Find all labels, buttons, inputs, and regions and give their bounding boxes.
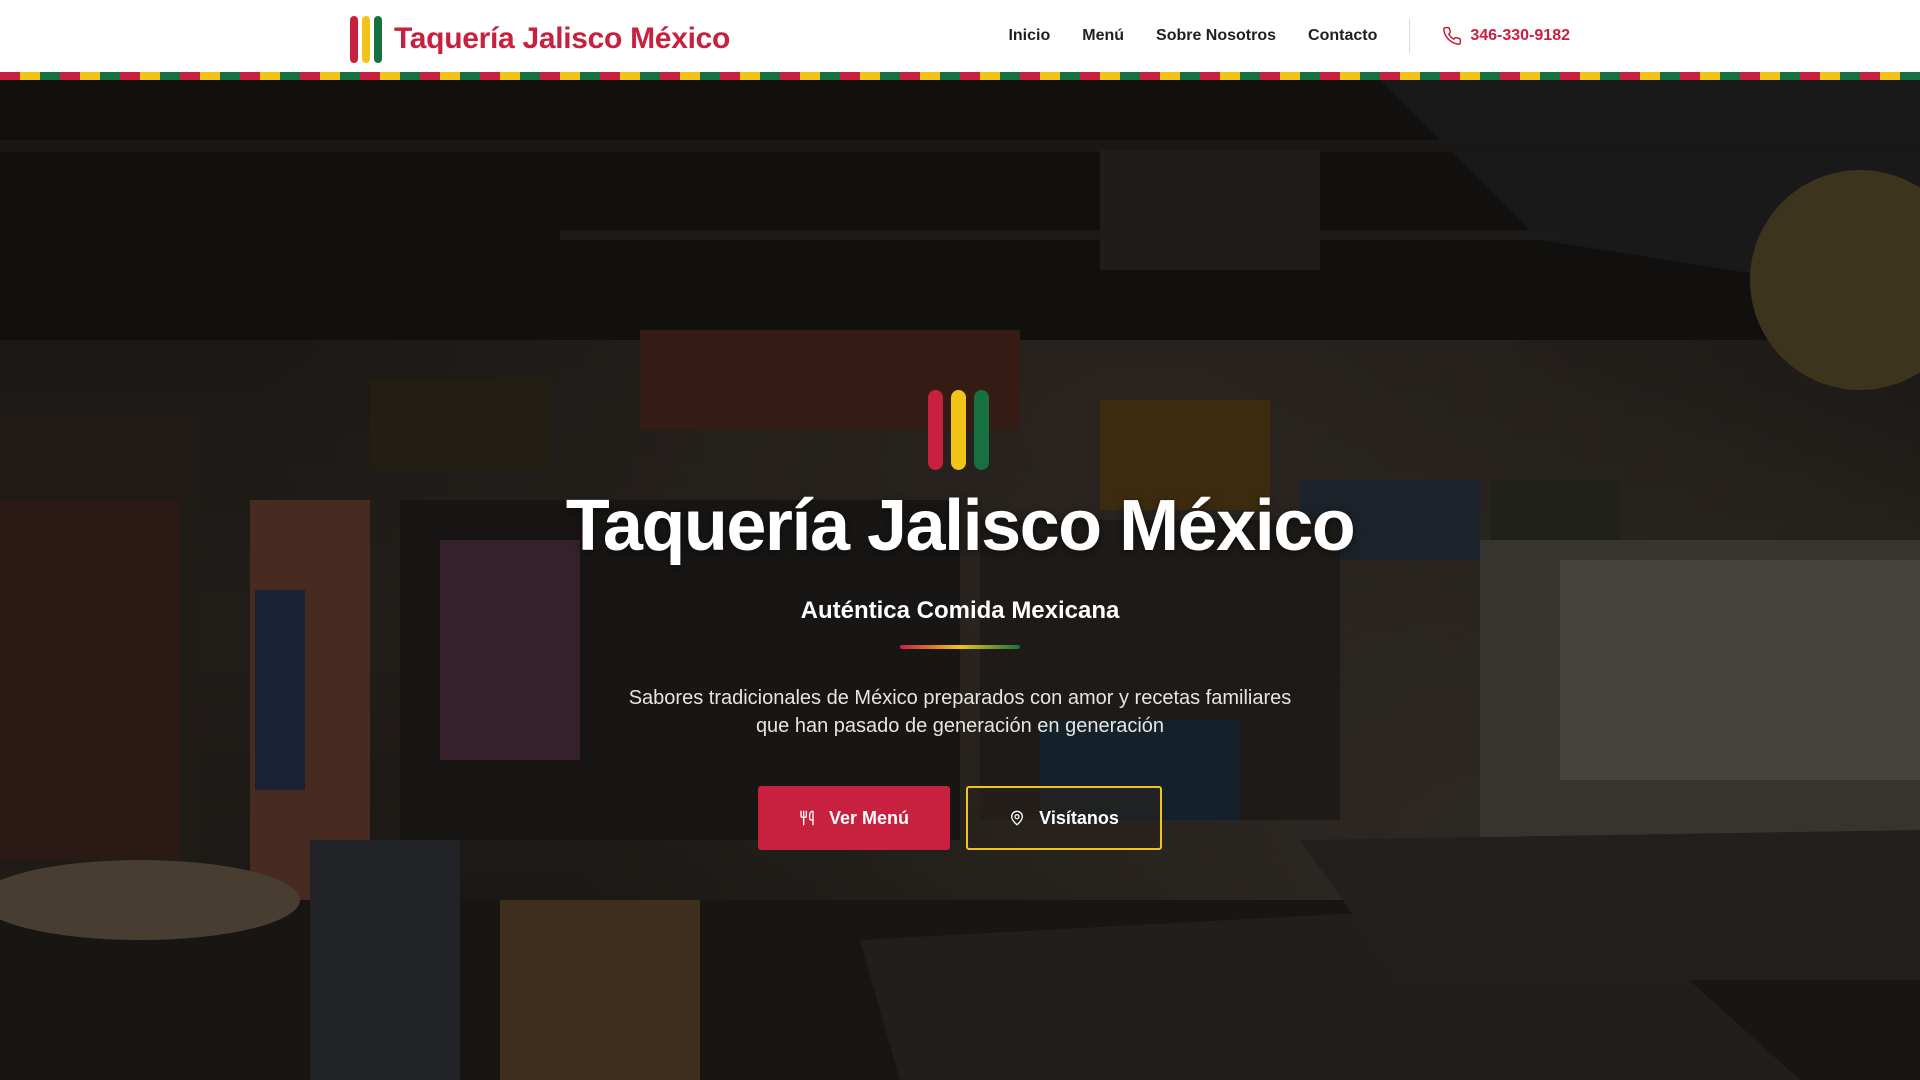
visitanos-label: Visítanos (1039, 807, 1119, 828)
nav-link-inicio[interactable]: Inicio (1008, 27, 1050, 45)
main-nav: Inicio Menú Sobre Nosotros Contacto 346-… (1008, 0, 1570, 72)
flag-bar-green (374, 15, 382, 63)
phone-icon (1443, 26, 1462, 45)
flag-stripe-divider (0, 72, 1920, 80)
phone-number: 346-330-9182 (1470, 27, 1570, 44)
hero-content: Taquería Jalisco México Auténtica Comida… (0, 80, 1920, 1080)
nav-link-menu[interactable]: Menú (1082, 27, 1124, 45)
hero-subtitle: Auténtica Comida Mexicana (800, 597, 1120, 624)
flag-bars-icon (350, 15, 382, 63)
visitanos-button[interactable]: Visítanos (966, 786, 1162, 850)
hero-flag-bars-icon (928, 390, 989, 470)
hero-flag-bar-yellow (951, 390, 966, 470)
phone-link[interactable]: 346-330-9182 (1442, 26, 1570, 46)
utensils-icon (800, 810, 814, 826)
nav-link-contacto[interactable]: Contacto (1308, 27, 1377, 45)
nav-divider (1409, 19, 1411, 53)
hero-tricolor-rule (900, 645, 1020, 649)
ver-menu-button[interactable]: Ver Menú (758, 786, 950, 850)
hero-section: Taquería Jalisco México Auténtica Comida… (0, 80, 1920, 1080)
hero-description-line-1: Sabores tradicionales de México preparad… (628, 687, 1292, 709)
hero-description: Sabores tradicionales de México preparad… (560, 684, 1360, 740)
hero-flag-bar-red (928, 390, 943, 470)
site-header: Taquería Jalisco México Inicio Menú Sobr… (0, 0, 1920, 72)
flag-bar-yellow (362, 15, 370, 63)
flag-bar-red (350, 15, 358, 63)
nav-link-sobre-nosotros[interactable]: Sobre Nosotros (1156, 27, 1276, 45)
hero-flag-bar-green (974, 390, 989, 470)
brand-logo-link[interactable]: Taquería Jalisco México (350, 15, 730, 63)
brand-name: Taquería Jalisco México (394, 22, 731, 55)
hero-title: Taquería Jalisco México (565, 486, 1356, 566)
ver-menu-label: Ver Menú (828, 807, 910, 828)
hero-description-line-2: que han pasado de generación en generaci… (755, 715, 1165, 737)
map-pin-icon (1011, 810, 1024, 826)
